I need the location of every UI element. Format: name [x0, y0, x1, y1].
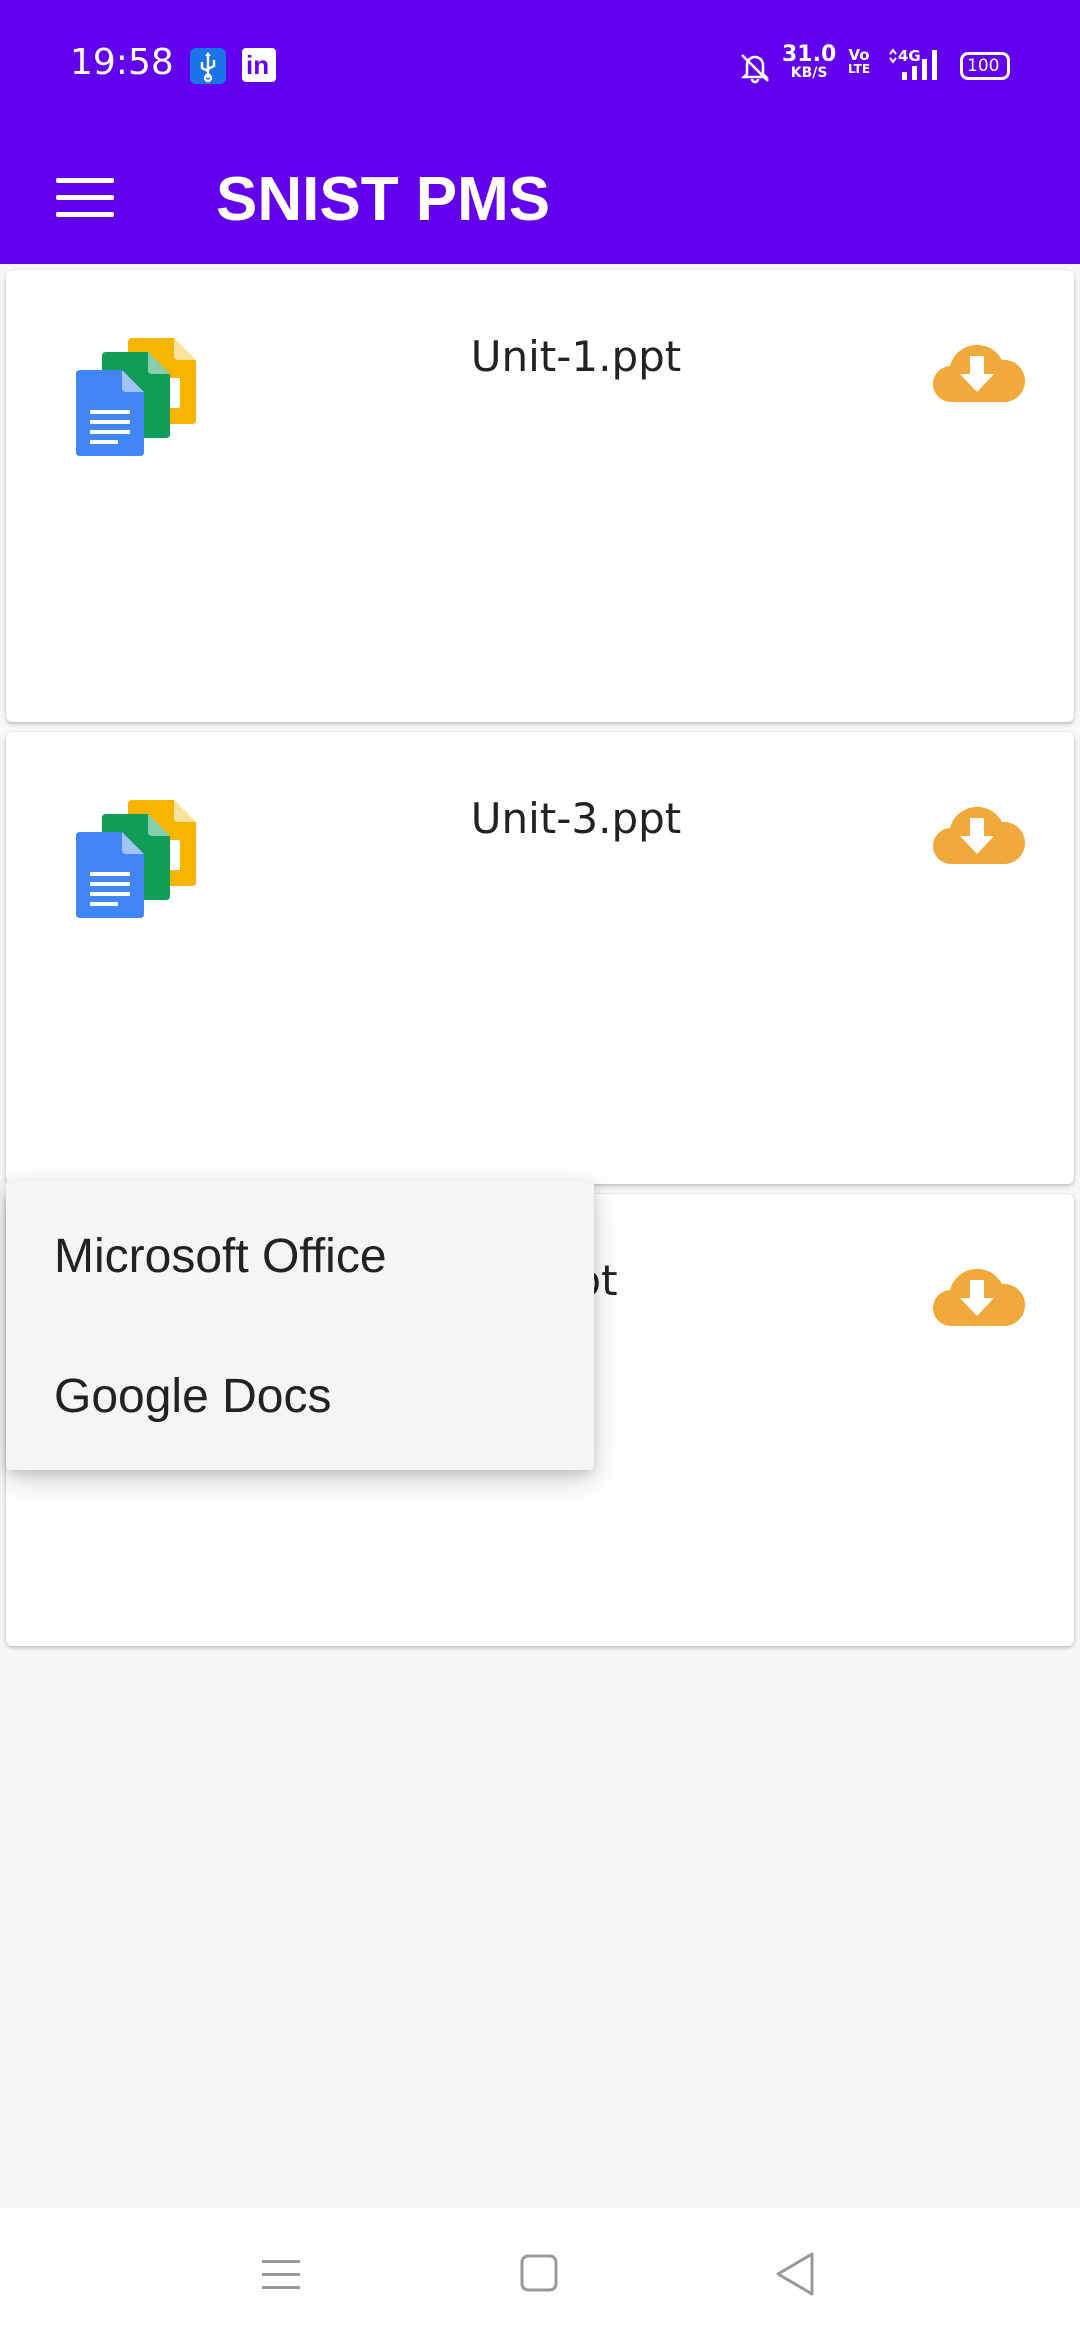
- net-speed-value: 31.0: [782, 42, 837, 67]
- back-button[interactable]: [768, 2248, 828, 2302]
- cloud-download-icon: [932, 806, 1026, 865]
- status-bar: 19:58 in 31.0 KB/S Vo LTE 4G 100: [0, 0, 1080, 132]
- recents-button[interactable]: [252, 2248, 312, 2302]
- recents-icon: [262, 2260, 300, 2289]
- download-button[interactable]: [930, 798, 1026, 868]
- linkedin-icon: in: [242, 48, 276, 82]
- net-speed-indicator: 31.0 KB/S: [782, 42, 837, 81]
- hamburger-menu-button[interactable]: [40, 152, 130, 242]
- menu-item-google-docs[interactable]: Google Docs: [6, 1326, 594, 1466]
- home-icon: [520, 2254, 558, 2292]
- back-icon: [776, 2252, 814, 2296]
- battery-level: 100: [967, 56, 1000, 76]
- battery-icon: 100: [960, 52, 1010, 80]
- cloud-download-icon: [932, 344, 1026, 403]
- app-bar: SNIST PMS: [0, 132, 1080, 264]
- volte-icon: Vo LTE: [848, 46, 871, 76]
- app-title: SNIST PMS: [216, 165, 551, 234]
- signal-icon: 4G: [886, 46, 948, 87]
- home-button[interactable]: [510, 2248, 570, 2302]
- documents-icon: [76, 338, 206, 470]
- file-card[interactable]: Unit-1.ppt: [6, 270, 1074, 722]
- cloud-download-icon: [932, 1268, 1026, 1327]
- usb-debug-icon: [190, 48, 226, 84]
- volte-top: Vo: [848, 46, 870, 64]
- status-time: 19:58: [70, 42, 174, 83]
- system-nav-bar: [0, 2208, 1080, 2340]
- menu-item-microsoft-office[interactable]: Microsoft Office: [6, 1186, 594, 1326]
- open-with-popup-menu: Microsoft Office Google Docs: [6, 1180, 594, 1470]
- bell-off-icon: [738, 50, 772, 89]
- file-name: Unit-3.ppt: [470, 794, 682, 843]
- net-speed-unit: KB/S: [790, 65, 828, 81]
- volte-bottom: LTE: [848, 62, 871, 76]
- hamburger-icon: [56, 177, 114, 183]
- download-button[interactable]: [930, 1260, 1026, 1330]
- top-bar: 19:58 in 31.0 KB/S Vo LTE 4G 100 SNIST P…: [0, 0, 1080, 264]
- app-root: 19:58 in 31.0 KB/S Vo LTE 4G 100 SNIST P…: [0, 0, 1080, 2340]
- download-button[interactable]: [930, 336, 1026, 406]
- file-card[interactable]: Unit-3.ppt: [6, 732, 1074, 1184]
- file-name: Unit-1.ppt: [470, 332, 682, 381]
- network-type: 4G: [898, 47, 921, 65]
- documents-icon: [76, 800, 206, 932]
